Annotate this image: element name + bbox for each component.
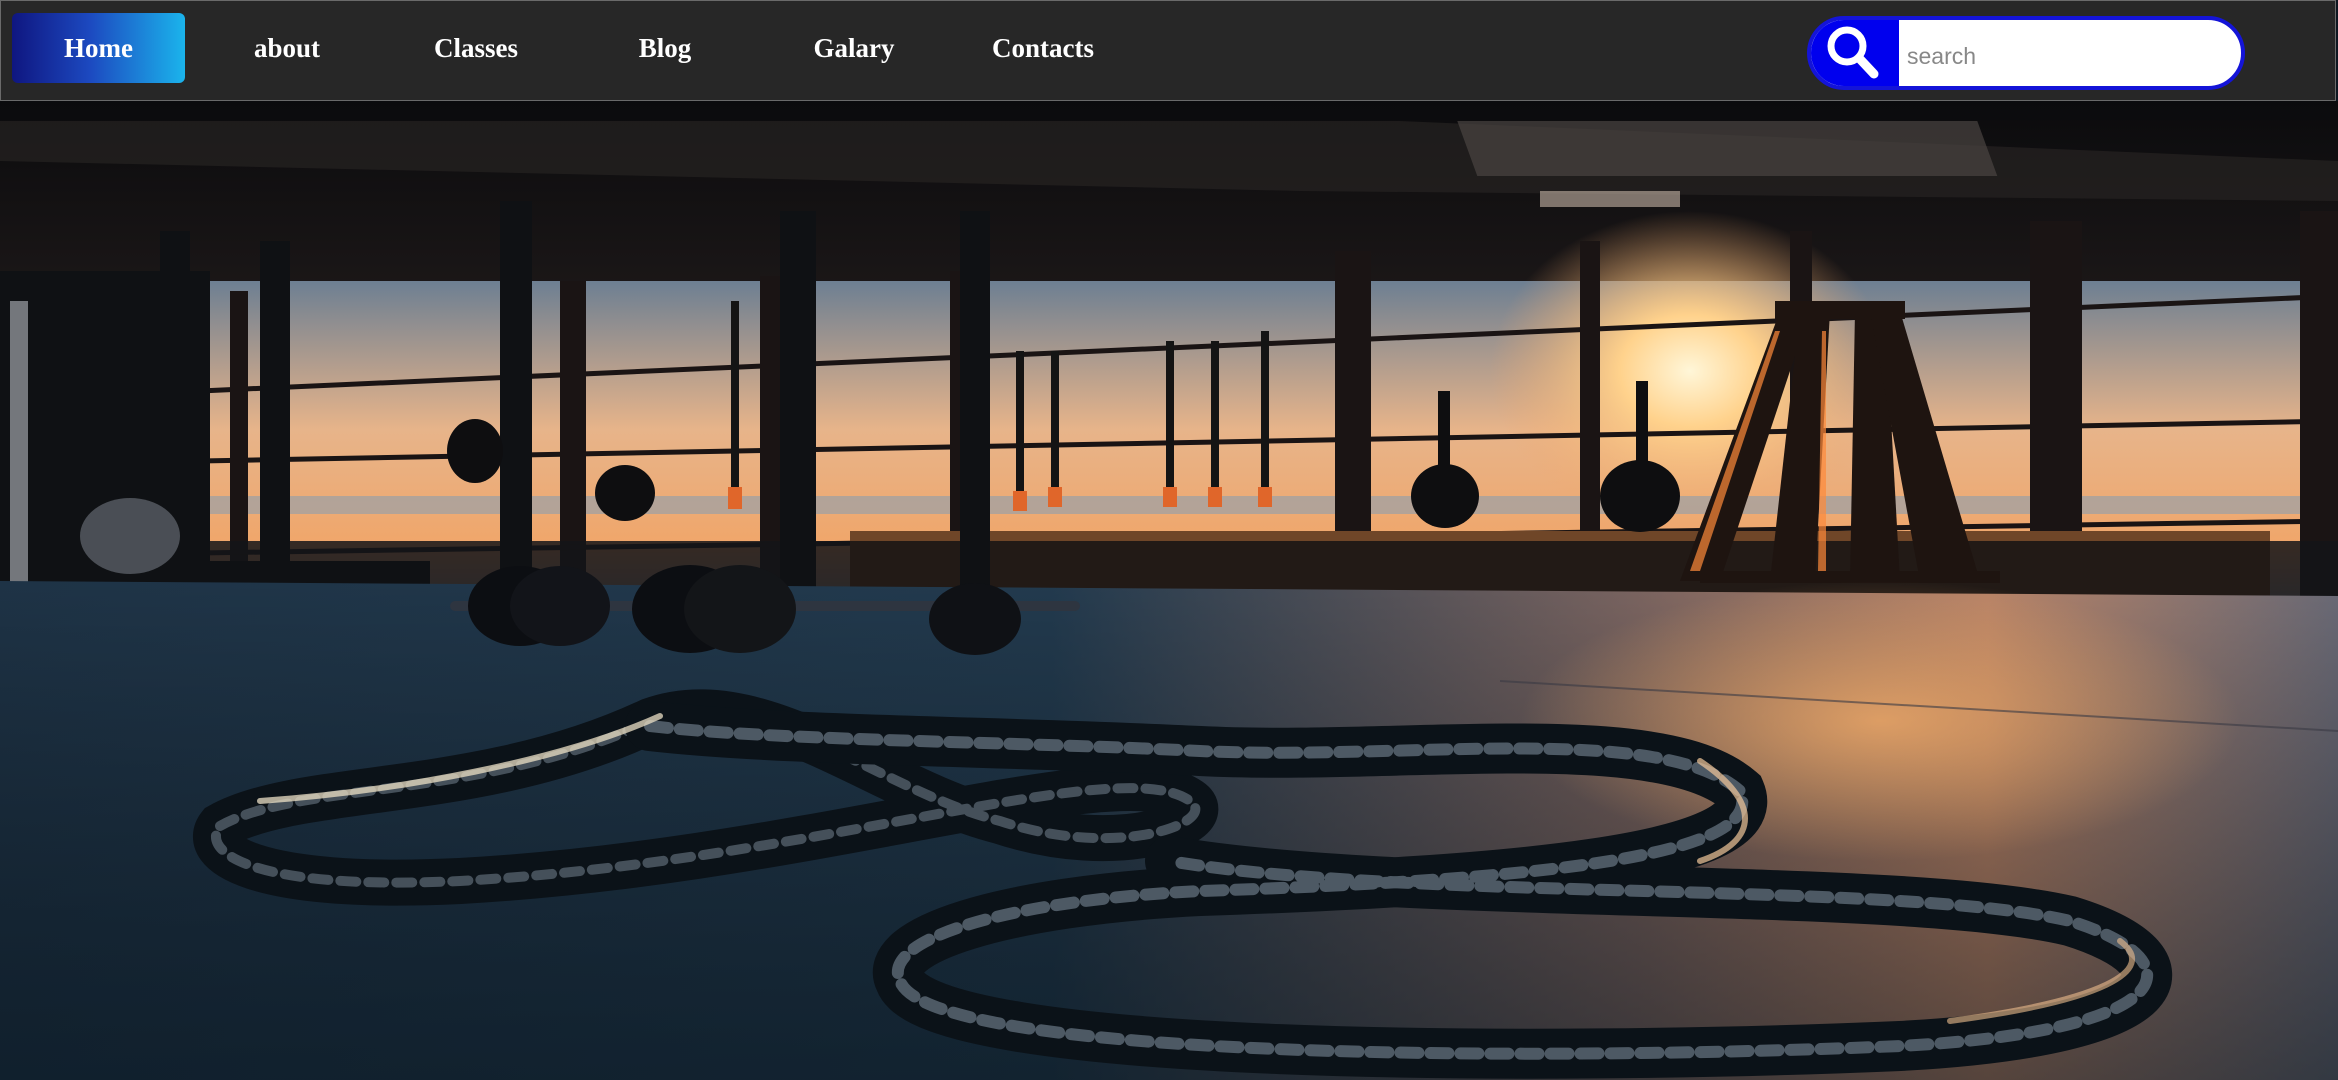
nav-item-classes[interactable]: Classes <box>389 13 563 83</box>
search-button[interactable] <box>1811 20 1899 86</box>
search-icon <box>1827 26 1879 79</box>
hero-image <box>0 101 2338 1080</box>
nav-item-blog[interactable]: Blog <box>578 13 752 83</box>
nav-item-about[interactable]: about <box>200 13 374 83</box>
nav-item-galary[interactable]: Galary <box>767 13 941 83</box>
search-input[interactable] <box>1903 20 2233 86</box>
nav-item-contacts[interactable]: Contacts <box>956 13 1130 83</box>
search-box <box>1807 16 2245 90</box>
nav-item-home[interactable]: Home <box>12 13 185 83</box>
gym-photo <box>0 101 2338 1080</box>
top-navbar: Home about Classes Blog Galary Contacts <box>0 0 2336 101</box>
